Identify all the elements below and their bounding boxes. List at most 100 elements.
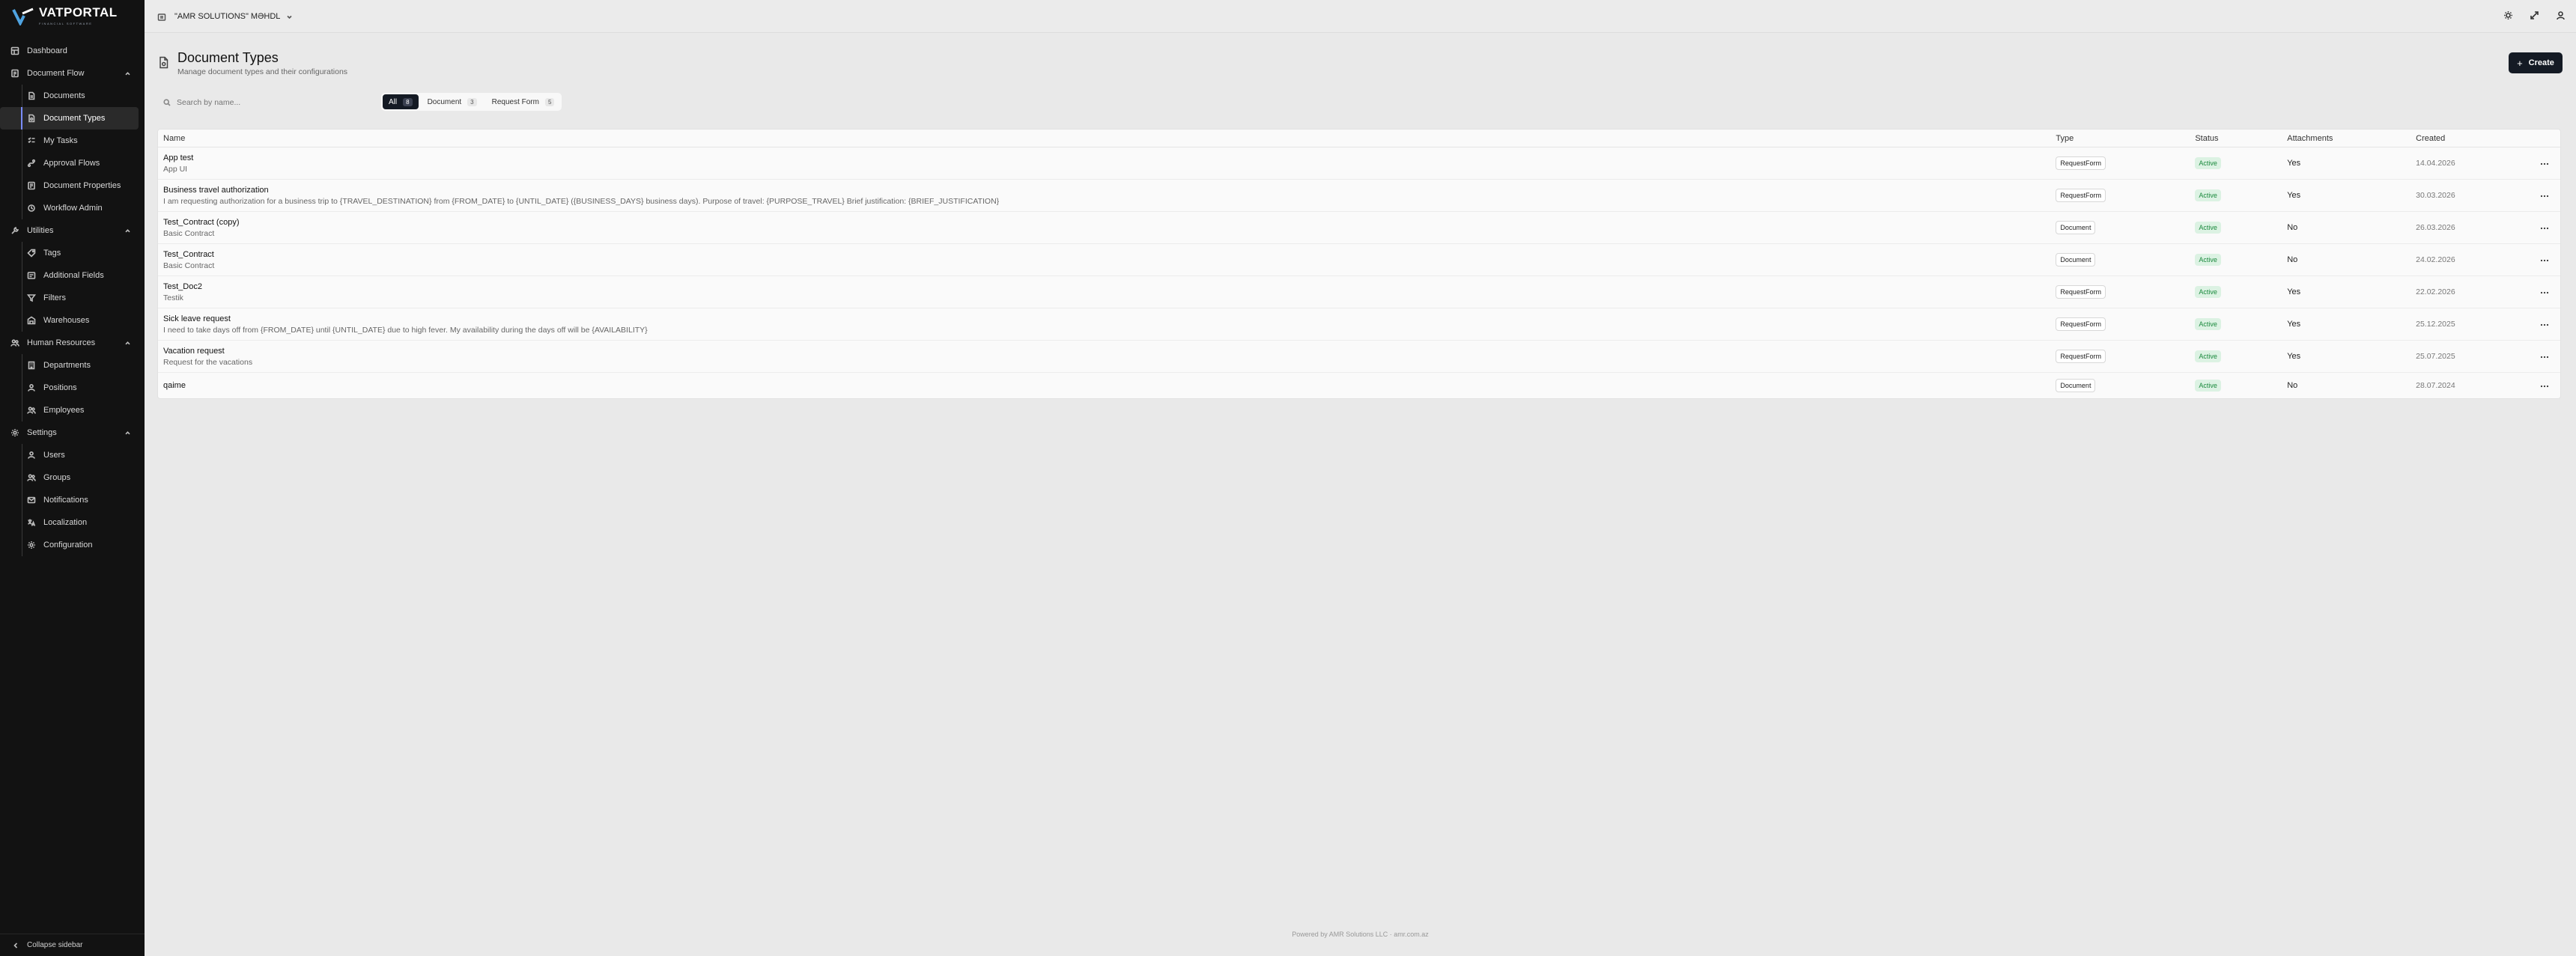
fullscreen-icon[interactable] xyxy=(2530,10,2539,24)
cell-created: 25.12.2025 xyxy=(2416,320,2528,329)
sidebar-item-approval-flows[interactable]: Approval Flows xyxy=(0,152,145,174)
document-type-name[interactable]: qaime xyxy=(163,381,2053,390)
cell-name: Vacation request Request for the vacation… xyxy=(158,347,2053,367)
sidebar-item-document-types[interactable]: Document Types xyxy=(0,107,139,130)
table-row[interactable]: Sick leave request I need to take days of… xyxy=(158,308,2560,341)
sidebar-item-label: Configuration xyxy=(43,541,93,549)
sidebar-item-configuration[interactable]: Configuration xyxy=(0,534,145,556)
sidebar-item-users[interactable]: Users xyxy=(0,444,145,466)
user-menu-icon[interactable] xyxy=(2556,10,2566,24)
column-header-status[interactable]: Status xyxy=(2195,134,2287,143)
status-badge: Active xyxy=(2195,318,2221,330)
table-body: App test App UI RequestForm Active Yes 14.04.… xyxy=(158,147,2560,398)
document-type-name[interactable]: App test xyxy=(163,153,2053,162)
document-type-name[interactable]: Test_Contract (copy) xyxy=(163,218,2053,227)
sidebar-item-label: Workflow Admin xyxy=(43,204,103,213)
filter-tab-count: 8 xyxy=(403,97,413,106)
table-row[interactable]: Business travel authorization I am reques… xyxy=(158,180,2560,212)
people-icon xyxy=(10,338,19,347)
table-row[interactable]: App test App UI RequestForm Active Yes 14.04.… xyxy=(158,147,2560,180)
create-button[interactable]: + Create xyxy=(2509,52,2563,73)
table-row[interactable]: Test_Contract Basic Contract Document Activ… xyxy=(158,244,2560,276)
sidebar-group-human-resources[interactable]: Human Resources xyxy=(0,332,145,354)
more-actions-icon[interactable] xyxy=(2540,159,2549,168)
sidebar-item-documents[interactable]: Documents xyxy=(0,85,145,107)
company-selector[interactable]: "AMR SOLUTIONS" MƏHDL xyxy=(174,9,293,24)
document-type-name[interactable]: Test_Contract xyxy=(163,250,2053,259)
more-actions-icon[interactable] xyxy=(2540,191,2549,200)
file-type-icon xyxy=(27,114,36,123)
sidebar-item-label: My Tasks xyxy=(43,136,78,145)
home-icon[interactable] xyxy=(157,12,166,21)
filter-tab-request-form[interactable]: Request Form 5 xyxy=(486,94,561,109)
filter-tab-all[interactable]: All 8 xyxy=(383,94,419,109)
more-actions-icon[interactable] xyxy=(2540,381,2549,390)
document-type-name[interactable]: Business travel authorization xyxy=(163,186,2053,195)
sidebar-item-label: Filters xyxy=(43,293,66,302)
sidebar-item-tags[interactable]: Tags xyxy=(0,242,145,264)
sidebar-item-workflow-admin[interactable]: Workflow Admin xyxy=(0,197,145,219)
cell-type: RequestForm xyxy=(2053,285,2195,299)
sidebar-item-additional-fields[interactable]: Additional Fields xyxy=(0,264,145,287)
cell-created: 25.07.2025 xyxy=(2416,352,2528,361)
cell-status: Active xyxy=(2195,157,2287,169)
cell-actions xyxy=(2528,255,2560,264)
sidebar-item-notifications[interactable]: Notifications xyxy=(0,489,145,511)
theme-toggle-icon[interactable] xyxy=(2503,10,2513,24)
table-row[interactable]: Test_Contract (copy) Basic Contract Docume… xyxy=(158,212,2560,244)
table-row[interactable]: Vacation request Request for the vacation… xyxy=(158,341,2560,373)
chevron-down-icon xyxy=(287,15,292,19)
create-button-label: Create xyxy=(2528,58,2554,67)
sidebar-group-settings[interactable]: Settings xyxy=(0,421,145,444)
chevron-up-icon xyxy=(124,430,131,436)
table-header: Name Type Status Attachments Created xyxy=(158,130,2560,147)
document-type-name[interactable]: Test_Doc2 xyxy=(163,282,2053,291)
sidebar-item-localization[interactable]: Localization xyxy=(0,511,145,534)
app-logo[interactable]: VATPORTAL FINANCIAL SOFTWARE xyxy=(12,6,118,25)
table-row[interactable]: qaime Document Active No 28.07.2024 xyxy=(158,373,2560,398)
more-actions-icon[interactable] xyxy=(2540,352,2549,361)
sidebar-item-label: Approval Flows xyxy=(43,159,100,168)
table-row[interactable]: Test_Doc2 Testik RequestForm Active Yes 22.02… xyxy=(158,276,2560,308)
sidebar-item-dashboard[interactable]: Dashboard xyxy=(0,40,145,62)
footer-text: Powered by AMR Solutions LLC · amr.com.a… xyxy=(1292,931,1429,938)
cell-created: 14.04.2026 xyxy=(2416,159,2528,168)
cell-type: Document xyxy=(2053,221,2195,234)
file-icon xyxy=(27,91,36,100)
status-badge: Active xyxy=(2195,254,2221,266)
cell-name: Sick leave request I need to take days of… xyxy=(158,314,2053,335)
document-type-name[interactable]: Vacation request xyxy=(163,347,2053,356)
column-header-name[interactable]: Name xyxy=(158,134,2053,143)
sidebar-item-warehouses[interactable]: Warehouses xyxy=(0,309,145,332)
sidebar-group-utilities[interactable]: Utilities xyxy=(0,219,145,242)
sidebar-item-positions[interactable]: Positions xyxy=(0,377,145,399)
column-header-type[interactable]: Type xyxy=(2053,134,2195,143)
column-header-attachments[interactable]: Attachments xyxy=(2287,134,2416,143)
filter-tab-document[interactable]: Document 3 xyxy=(422,94,483,109)
sidebar-item-label: Notifications xyxy=(43,496,88,505)
document-type-name[interactable]: Sick leave request xyxy=(163,314,2053,323)
sidebar-item-groups[interactable]: Groups xyxy=(0,466,145,489)
collapse-sidebar-button[interactable]: Collapse sidebar xyxy=(0,934,145,956)
sidebar-item-filters[interactable]: Filters xyxy=(0,287,145,309)
attachments-value: No xyxy=(2287,255,2298,264)
created-date: 28.07.2024 xyxy=(2416,381,2455,390)
cell-attachments: Yes xyxy=(2287,320,2416,329)
sidebar-item-label: Departments xyxy=(43,361,91,370)
sidebar-item-my-tasks[interactable]: My Tasks xyxy=(0,130,145,152)
more-actions-icon[interactable] xyxy=(2540,223,2549,232)
cell-attachments: Yes xyxy=(2287,191,2416,200)
sidebar-item-label: Positions xyxy=(43,383,77,392)
search-input[interactable] xyxy=(177,98,364,107)
sidebar-item-document-properties[interactable]: Document Properties xyxy=(0,174,145,197)
more-actions-icon[interactable] xyxy=(2540,320,2549,329)
cell-actions xyxy=(2528,223,2560,232)
more-actions-icon[interactable] xyxy=(2540,255,2549,264)
sidebar-group-document-flow[interactable]: Document Flow xyxy=(0,62,145,85)
column-header-created[interactable]: Created xyxy=(2416,134,2528,143)
sidebar-item-departments[interactable]: Departments xyxy=(0,354,145,377)
sidebar-item-employees[interactable]: Employees xyxy=(0,399,145,421)
more-actions-icon[interactable] xyxy=(2540,287,2549,296)
document-type-description: Testik xyxy=(163,293,183,302)
user-icon xyxy=(27,451,36,460)
